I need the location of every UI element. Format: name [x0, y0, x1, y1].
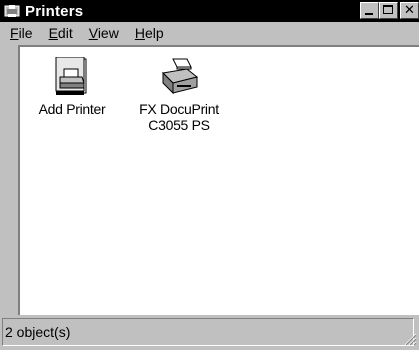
- add-printer-label: Add Printer: [38, 101, 106, 117]
- minimize-button[interactable]: [360, 2, 379, 19]
- menu-view-label: iew: [97, 25, 119, 41]
- add-printer-icon: [55, 57, 87, 95]
- menu-file-label: ile: [18, 25, 33, 41]
- add-printer-item[interactable]: Add Printer: [22, 57, 122, 117]
- status-bar: 2 object(s): [0, 316, 419, 350]
- title-bar[interactable]: Printers ✕: [0, 0, 419, 22]
- file-list-view[interactable]: Add Printer FX DocuPrint C3055 PS: [18, 45, 419, 315]
- menu-help-accel: H: [134, 25, 145, 41]
- printer-label-line1: FX DocuPrint: [139, 101, 219, 117]
- menu-view-accel: V: [88, 25, 98, 41]
- menu-edit-accel: E: [48, 25, 58, 41]
- menu-bar: File Edit View Help: [0, 22, 419, 45]
- maximize-button[interactable]: [379, 2, 398, 19]
- printer-label-line2: C3055 PS: [148, 117, 210, 133]
- close-icon: ✕: [404, 3, 415, 18]
- menu-file[interactable]: File: [4, 24, 39, 43]
- menu-file-accel: F: [10, 25, 19, 41]
- menu-edit[interactable]: Edit: [43, 24, 79, 43]
- printer-icon: [161, 58, 199, 95]
- window-title: Printers: [25, 2, 84, 20]
- status-text: 2 object(s): [2, 318, 414, 346]
- printers-folder-icon: [4, 5, 20, 17]
- resize-grip-icon[interactable]: [403, 332, 417, 346]
- window-controls: ✕: [360, 2, 419, 19]
- menu-view[interactable]: View: [83, 24, 125, 43]
- menu-help-label: elp: [144, 25, 164, 41]
- printers-window: Printers ✕ File Edit View Help Add Print…: [0, 0, 419, 350]
- menu-help[interactable]: Help: [129, 24, 170, 43]
- menu-edit-label: dit: [57, 25, 73, 41]
- printer-item[interactable]: FX DocuPrint C3055 PS: [124, 57, 234, 133]
- close-button[interactable]: ✕: [400, 2, 419, 19]
